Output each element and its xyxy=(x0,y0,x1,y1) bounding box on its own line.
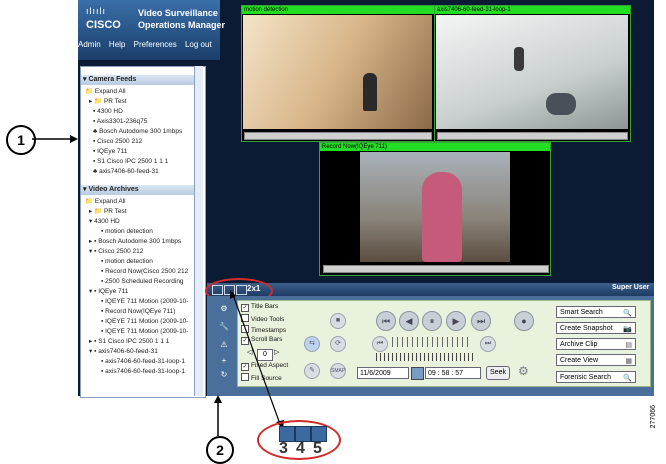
menu-admin[interactable]: Admin xyxy=(78,40,101,49)
user-label: Super User xyxy=(612,284,650,291)
archive-item[interactable]: ▪ Record Now(Cisco 2500 212 xyxy=(101,267,188,276)
jog-slider[interactable] xyxy=(392,337,470,347)
time-field[interactable]: 09 : 58 : 57 xyxy=(425,367,481,379)
loop-button[interactable]: ⟳ xyxy=(330,336,346,352)
forensic-search-icon: 🔍 xyxy=(623,375,632,382)
camera-feed-item[interactable]: ▪ S1 Cisco IPC 2500 1 1 1 xyxy=(93,157,168,166)
side-panel-scrollbar[interactable] xyxy=(194,66,203,396)
archive-item[interactable]: ▸ 📁 PR Test xyxy=(89,207,127,216)
video-title-1: motion detection xyxy=(242,6,434,14)
archive-item[interactable]: ▸ ▪ S1 Cisco IPC 2500 1 1 1 xyxy=(89,337,169,346)
pause-button[interactable]: ⏸ xyxy=(422,311,442,331)
speed-slider[interactable] xyxy=(376,353,476,361)
archive-icon: ▤ xyxy=(625,342,632,349)
archive-clip-button[interactable]: Archive Clip ▤ xyxy=(556,338,636,350)
video-title-3: Record Now(IQEye 711) xyxy=(320,143,550,151)
video-frame xyxy=(436,15,628,129)
forensic-search-button[interactable]: Forensic Search 🔍 xyxy=(556,371,636,383)
camera-feed-item[interactable]: ▪ Cisco 2500 212 xyxy=(93,137,142,146)
menu-help[interactable]: Help xyxy=(109,40,125,49)
archive-item[interactable]: ▪ 2500 Scheduled Recording xyxy=(101,277,184,286)
step-forward-button[interactable]: ⏭ xyxy=(480,336,496,352)
archive-item[interactable]: ▪ Record Now(IQEye 711) xyxy=(101,307,175,316)
zoom-number-4: 4 xyxy=(296,440,305,457)
archive-item[interactable]: ▪ axis7406-60-feed-31-loop-1 xyxy=(101,367,185,376)
smart-search-button[interactable]: Smart Search 🔍 xyxy=(556,306,636,318)
pen-button[interactable]: ✎ xyxy=(304,363,320,379)
video-title-2: axis7406-60-feed-31-loop-1 xyxy=(435,6,630,14)
cisco-logo: ılıılı xyxy=(86,6,107,16)
menu-bar: Admin Help Preferences Log out xyxy=(78,40,220,54)
callout-1-arrow xyxy=(32,135,78,143)
rewind-button[interactable]: ◀ xyxy=(399,311,419,331)
video-pane-3[interactable]: Record Now(IQEye 711) xyxy=(319,142,551,276)
camera-feed-item[interactable]: ▪ Axis3301-236q75 xyxy=(93,117,147,126)
video-archives-header[interactable]: ▾ Video Archives xyxy=(81,185,201,195)
archive-item[interactable]: ▪ motion detection xyxy=(101,257,153,266)
archive-item[interactable]: ▾ 4300 HD xyxy=(89,217,120,226)
seek-button[interactable]: Seek xyxy=(486,366,510,380)
timeline-2[interactable] xyxy=(437,132,628,140)
callout-2: 2 xyxy=(206,436,234,464)
zoom-number-3: 3 xyxy=(279,440,288,457)
archive-item[interactable]: ▾ ▪ IQEye 711 xyxy=(89,287,128,296)
app-title-line2: Operations Manager xyxy=(138,20,226,30)
share-button[interactable]: ⇆ xyxy=(304,336,320,352)
camera-feeds-header[interactable]: ▾ Camera Feeds xyxy=(81,75,201,85)
skip-forward-button[interactable]: ⏭ xyxy=(471,311,491,331)
side-panel: ▾ Camera Feeds 📁 Expand All ▸ 📁 PR Test … xyxy=(80,66,206,398)
archive-item[interactable]: ▪ IQEYE 711 Motion (2009-10- xyxy=(101,317,188,326)
video-frame xyxy=(360,152,510,262)
archive-item[interactable]: ▪ motion detection xyxy=(101,227,153,236)
timeline-3[interactable] xyxy=(323,265,549,273)
archive-expand-all[interactable]: 📁 Expand All xyxy=(85,197,126,206)
archive-item[interactable]: ▪ axis7406-60-feed-31-loop-1 xyxy=(101,357,185,366)
create-view-button[interactable]: Create View ▦ xyxy=(556,354,636,366)
step-back-button[interactable]: ⏮ xyxy=(372,336,388,352)
zoom-connector-arrow xyxy=(230,290,284,429)
skip-back-button[interactable]: ⏮ xyxy=(376,311,396,331)
smart-search-icon: 🔍 xyxy=(623,310,632,317)
camera-expand-all[interactable]: 📁 Expand All xyxy=(85,87,126,96)
menu-logout[interactable]: Log out xyxy=(185,40,212,49)
settings-icon[interactable]: ⚙ xyxy=(518,364,529,378)
archive-item[interactable]: ▪ IQEYE 711 Motion (2009-10- xyxy=(101,327,188,336)
video-pane-1[interactable]: motion detection xyxy=(241,5,435,142)
view-icon: ▦ xyxy=(625,358,632,365)
callout-2-arrow xyxy=(214,395,222,436)
date-field[interactable]: 11/6/2009 xyxy=(357,367,409,379)
video-frame xyxy=(243,15,432,129)
menu-preferences[interactable]: Preferences xyxy=(134,40,177,49)
zoom-number-5: 5 xyxy=(313,440,322,457)
record-button[interactable]: ● xyxy=(514,311,534,331)
calendar-icon[interactable] xyxy=(411,367,424,380)
camera-icon: 📷 xyxy=(623,326,632,333)
archive-item[interactable]: ▪ IQEYE 711 Motion (2009-10- xyxy=(101,297,188,306)
camera-feed-item[interactable]: ▸ 📁 PR Test xyxy=(89,97,127,106)
play-button[interactable]: ▶ xyxy=(446,311,466,331)
app-title-line1: Video Surveillance xyxy=(138,8,218,18)
archive-item[interactable]: ▾ ▪ Cisco 2500 212 xyxy=(89,247,143,256)
cisco-logo-word: CISCO xyxy=(86,19,121,31)
camera-feed-item[interactable]: ▪ IQEye 711 xyxy=(93,147,127,156)
camera-feed-item[interactable]: ▪ 4300 HD xyxy=(93,107,123,116)
figure-number: 277066 xyxy=(650,405,657,429)
stop-button[interactable]: ■ xyxy=(330,313,346,329)
smap-button[interactable]: SMAP xyxy=(330,363,346,379)
video-pane-2[interactable]: axis7406-60-feed-31-loop-1 xyxy=(434,5,631,142)
archive-item[interactable]: ▾ ▪ axis7406-60-feed-31 xyxy=(89,347,158,356)
timeline-1[interactable] xyxy=(244,132,432,140)
archive-item[interactable]: ▸ ▪ Bosch Autodome 300 1mbps xyxy=(89,237,181,246)
camera-feed-item[interactable]: ♣ Bosch Autodome 300 1mbps xyxy=(93,127,182,136)
camera-feed-item[interactable]: ♣ axis7406-60-feed-31 xyxy=(93,167,159,176)
create-snapshot-button[interactable]: Create Snapshot 📷 xyxy=(556,322,636,334)
